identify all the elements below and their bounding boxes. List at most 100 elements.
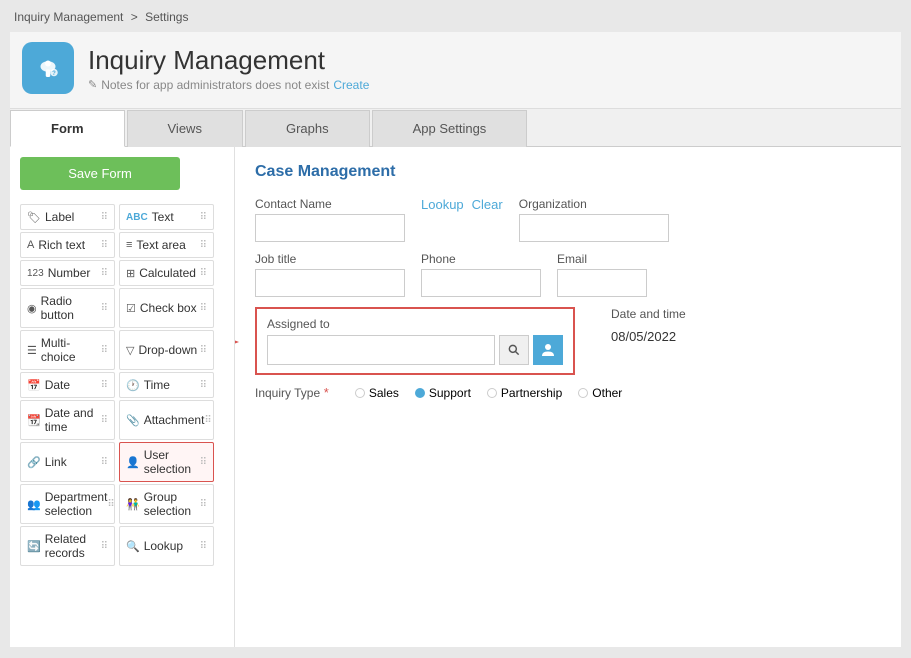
job-title-field: Job title bbox=[255, 252, 405, 297]
inquiry-options: Sales Support Partnership Other bbox=[355, 386, 622, 400]
drag-handle: ⠿ bbox=[200, 345, 207, 356]
drag-handle: ⠿ bbox=[200, 303, 207, 314]
drag-handle: ⠿ bbox=[101, 380, 108, 391]
field-row: 👥 Department selection ⠿ 👫 Group selecti… bbox=[20, 484, 224, 524]
form-preview: Case Management Contact Name Lookup Clea… bbox=[235, 147, 901, 647]
drag-handle: ⠿ bbox=[200, 457, 207, 468]
assigned-to-section: Assigned to bbox=[255, 307, 575, 375]
required-indicator: * bbox=[324, 385, 329, 400]
app-header: ? Inquiry Management ✎ Notes for app adm… bbox=[10, 32, 901, 109]
field-row: 🔗 Link ⠿ 👤 User selection ⠿ bbox=[20, 442, 224, 482]
field-item-user-selection[interactable]: 👤 User selection ⠿ bbox=[119, 442, 214, 482]
field-item-label[interactable]: 🏷 Label ⠿ bbox=[20, 204, 115, 230]
header-text: Inquiry Management ✎ Notes for app admin… bbox=[88, 45, 369, 92]
field-item-date[interactable]: 📅 Date ⠿ bbox=[20, 372, 115, 398]
organization-input[interactable] bbox=[519, 214, 669, 242]
user-avatar-icon bbox=[539, 341, 557, 359]
datetime-icon: 📆 bbox=[27, 414, 41, 427]
lookup-button[interactable]: Lookup bbox=[421, 197, 464, 212]
drag-handle: ⠿ bbox=[101, 415, 108, 426]
field-item-department[interactable]: 👥 Department selection ⠿ bbox=[20, 484, 115, 524]
field-row: 123 Number ⠿ ⊞ Calculated ⠿ bbox=[20, 260, 224, 286]
tab-form[interactable]: Form bbox=[10, 110, 125, 147]
tab-app-settings[interactable]: App Settings bbox=[372, 110, 528, 147]
selected-radio-dot bbox=[415, 388, 425, 398]
radio-icon: ◉ bbox=[27, 302, 37, 315]
field-item-related[interactable]: 🔄 Related records ⠿ bbox=[20, 526, 115, 566]
field-item-date-time[interactable]: 📆 Date and time ⠿ bbox=[20, 400, 115, 440]
assigned-input-row bbox=[267, 335, 563, 365]
field-item-group[interactable]: 👫 Group selection ⠿ bbox=[119, 484, 214, 524]
field-item-text-area[interactable]: ≡ Text area ⠿ bbox=[119, 232, 214, 258]
note-text: Notes for app administrators does not ex… bbox=[101, 78, 329, 92]
date-icon: 📅 bbox=[27, 379, 41, 392]
field-item-checkbox[interactable]: ☑ Check box ⠿ bbox=[119, 288, 214, 328]
field-item-time[interactable]: 🕐 Time ⠿ bbox=[119, 372, 214, 398]
form-row-assigned: Assigned to bbox=[255, 307, 881, 375]
drag-handle: ⠿ bbox=[101, 268, 108, 279]
link-icon: 🔗 bbox=[27, 456, 41, 469]
field-item-link[interactable]: 🔗 Link ⠿ bbox=[20, 442, 115, 482]
search-button[interactable] bbox=[499, 335, 529, 365]
clear-button[interactable]: Clear bbox=[472, 197, 503, 212]
text-icon: ABC bbox=[126, 212, 148, 223]
drag-handle: ⠿ bbox=[101, 212, 108, 223]
field-item-lookup[interactable]: 🔍 Lookup ⠿ bbox=[119, 526, 214, 566]
field-item-dropdown[interactable]: ▽ Drop-down ⠿ bbox=[119, 330, 214, 370]
drag-handle: ⠿ bbox=[101, 345, 108, 356]
field-row: 📅 Date ⠿ 🕐 Time ⠿ bbox=[20, 372, 224, 398]
field-list: 🏷 Label ⠿ ABC Text ⠿ A bbox=[20, 204, 224, 566]
page-title: Inquiry Management bbox=[88, 45, 369, 76]
drag-handle: ⠿ bbox=[200, 268, 207, 279]
time-icon: 🕐 bbox=[126, 379, 140, 392]
field-item-multi-choice[interactable]: ☰ Multi-choice ⠿ bbox=[20, 330, 115, 370]
organization-label: Organization bbox=[519, 197, 669, 211]
option-partnership: Partnership bbox=[487, 386, 562, 400]
search-icon bbox=[507, 343, 521, 357]
organization-field: Organization bbox=[519, 197, 669, 242]
field-item-text[interactable]: ABC Text ⠿ bbox=[119, 204, 214, 230]
field-item-calculated[interactable]: ⊞ Calculated ⠿ bbox=[119, 260, 214, 286]
inquiry-type-group: Inquiry Type * bbox=[255, 385, 329, 400]
attachment-icon: 📎 bbox=[126, 414, 140, 427]
drag-handle: ⠿ bbox=[204, 415, 211, 426]
checkbox-icon: ☑ bbox=[126, 302, 136, 315]
form-row-inquiry: Inquiry Type * Sales Support bbox=[255, 385, 881, 400]
left-panel: Save Form 🏷 Label ⠿ ABC Text ⠿ bbox=[10, 147, 235, 647]
form-row-job: Job title Phone Email bbox=[255, 252, 881, 297]
group-icon: 👫 bbox=[126, 498, 140, 511]
tab-bar: Form Views Graphs App Settings bbox=[10, 109, 901, 147]
option-support: Support bbox=[415, 386, 471, 400]
email-field: Email bbox=[557, 252, 647, 297]
field-row: ◉ Radio button ⠿ ☑ Check box ⠿ bbox=[20, 288, 224, 328]
assigned-to-label: Assigned to bbox=[267, 317, 563, 331]
phone-field: Phone bbox=[421, 252, 541, 297]
app-icon: ? bbox=[22, 42, 74, 94]
tab-graphs[interactable]: Graphs bbox=[245, 110, 370, 147]
field-row: 🏷 Label ⠿ ABC Text ⠿ bbox=[20, 204, 224, 230]
option-sales: Sales bbox=[355, 386, 399, 400]
user-select-button[interactable] bbox=[533, 335, 563, 365]
drag-handle: ⠿ bbox=[200, 541, 207, 552]
tab-views[interactable]: Views bbox=[127, 110, 243, 147]
field-item-rich-text[interactable]: A Rich text ⠿ bbox=[20, 232, 115, 258]
field-item-number[interactable]: 123 Number ⠿ bbox=[20, 260, 115, 286]
header-note: ✎ Notes for app administrators does not … bbox=[88, 78, 369, 92]
option-other: Other bbox=[578, 386, 622, 400]
phone-input[interactable] bbox=[421, 269, 541, 297]
field-item-radio[interactable]: ◉ Radio button ⠿ bbox=[20, 288, 115, 328]
drag-handle: ⠿ bbox=[101, 303, 108, 314]
save-form-button[interactable]: Save Form bbox=[20, 157, 180, 190]
form-row-contact: Contact Name Lookup Clear Organization bbox=[255, 197, 881, 242]
field-item-attachment[interactable]: 📎 Attachment ⠿ bbox=[119, 400, 214, 440]
create-link[interactable]: Create bbox=[333, 78, 369, 92]
assigned-to-input[interactable] bbox=[267, 335, 495, 365]
job-title-input[interactable] bbox=[255, 269, 405, 297]
field-row: 🔄 Related records ⠿ 🔍 Lookup ⠿ bbox=[20, 526, 224, 566]
drag-handle: ⠿ bbox=[200, 499, 207, 510]
date-time-field: Date and time 08/05/2022 bbox=[611, 307, 686, 349]
drag-handle: ⠿ bbox=[200, 212, 207, 223]
contact-name-input[interactable] bbox=[255, 214, 405, 242]
email-input[interactable] bbox=[557, 269, 647, 297]
date-time-label: Date and time bbox=[611, 307, 686, 321]
